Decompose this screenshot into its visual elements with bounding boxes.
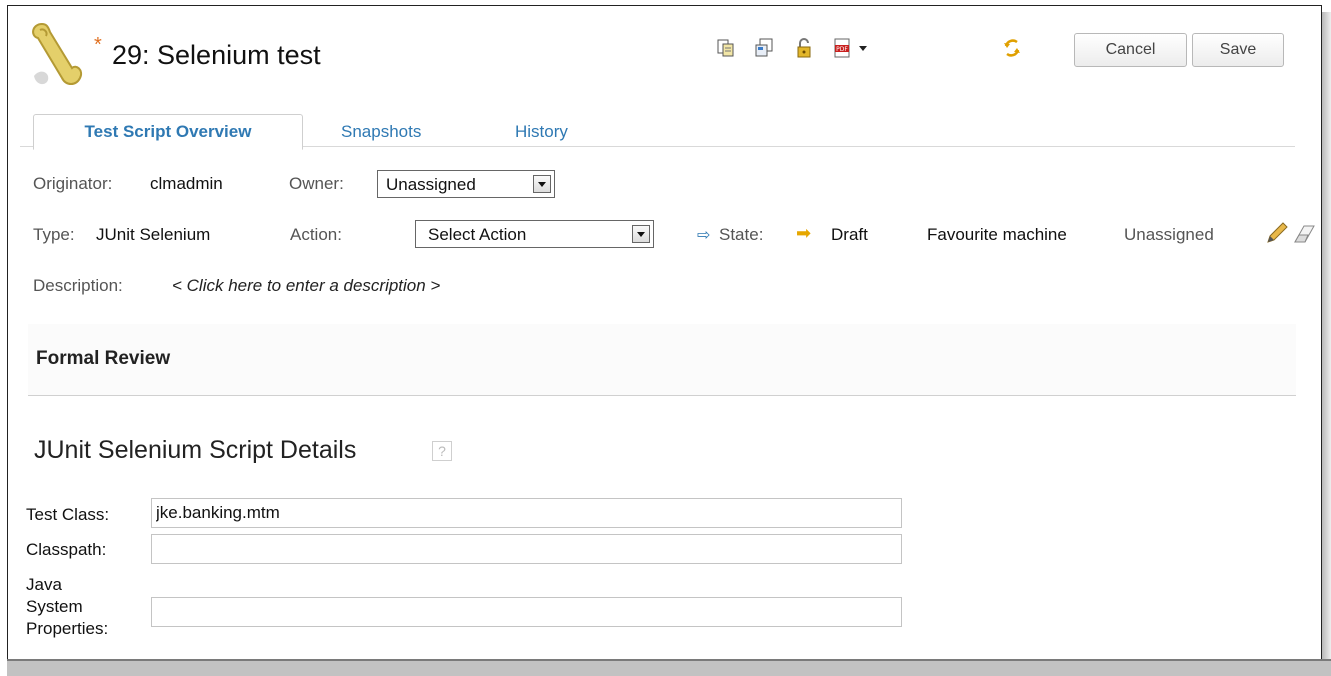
eraser-icon[interactable] [1292, 222, 1316, 246]
description-label: Description: [33, 276, 123, 295]
test-class-input[interactable] [151, 498, 902, 528]
pdf-icon[interactable]: PDF [832, 38, 852, 58]
svg-text:PDF: PDF [836, 46, 848, 53]
owner-label: Owner: [289, 174, 344, 193]
unsaved-marker: * [94, 34, 102, 56]
dropdown-arrow-icon[interactable] [857, 38, 869, 58]
help-icon[interactable]: ? [432, 441, 452, 461]
save-button[interactable]: Save [1192, 33, 1284, 67]
action-select[interactable]: Select Action [415, 220, 654, 248]
java-props-label-line-3: Properties: [26, 619, 109, 638]
state-value: Draft [831, 225, 868, 244]
tab-test-script-overview[interactable]: Test Script Overview [33, 114, 303, 150]
refresh-icon[interactable] [1002, 38, 1022, 58]
java-system-properties-input[interactable] [151, 597, 902, 627]
copy-icon[interactable] [716, 38, 736, 58]
favourite-machine-label: Favourite machine [927, 225, 1067, 244]
chevron-down-icon[interactable] [533, 175, 551, 193]
state-label: State: [719, 225, 764, 244]
originator-label: Originator: [33, 174, 113, 193]
cancel-button[interactable]: Cancel [1074, 33, 1187, 67]
owner-select[interactable]: Unassigned [377, 170, 555, 198]
java-system-properties-label: Java System Properties: [26, 574, 108, 640]
state-arrow-icon: ⇨ [697, 227, 711, 244]
formal-review-section [28, 324, 1296, 396]
tab-snapshots[interactable]: Snapshots [341, 122, 421, 142]
type-value: JUnit Selenium [96, 225, 211, 244]
draft-state-icon: ➡ [796, 223, 812, 243]
page-title: 29: Selenium test [112, 40, 321, 70]
status-bar [7, 659, 1331, 676]
test-script-scroll-icon [32, 22, 82, 85]
window-shadow [1322, 12, 1331, 660]
action-select-value: Select Action [428, 225, 527, 244]
pencil-icon[interactable] [1264, 220, 1290, 246]
owner-select-value: Unassigned [386, 175, 476, 194]
description-placeholder-link[interactable]: < Click here to enter a description > [172, 276, 440, 296]
script-details-title: JUnit Selenium Script Details [34, 436, 357, 464]
test-class-label: Test Class: [26, 505, 110, 524]
favourite-machine-value: Unassigned [1124, 225, 1214, 244]
type-label: Type: [33, 225, 75, 244]
formal-review-title[interactable]: Formal Review [36, 348, 170, 370]
java-props-label-line-1: Java [26, 575, 62, 594]
originator-value: clmadmin [150, 174, 223, 193]
action-label: Action: [290, 225, 342, 244]
duplicate-icon[interactable] [754, 38, 774, 58]
chevron-down-icon[interactable] [632, 225, 650, 243]
classpath-input[interactable] [151, 534, 902, 564]
java-props-label-line-2: System [26, 597, 83, 616]
lock-icon[interactable] [794, 38, 814, 58]
tab-history[interactable]: History [515, 122, 568, 142]
classpath-label: Classpath: [26, 540, 107, 559]
